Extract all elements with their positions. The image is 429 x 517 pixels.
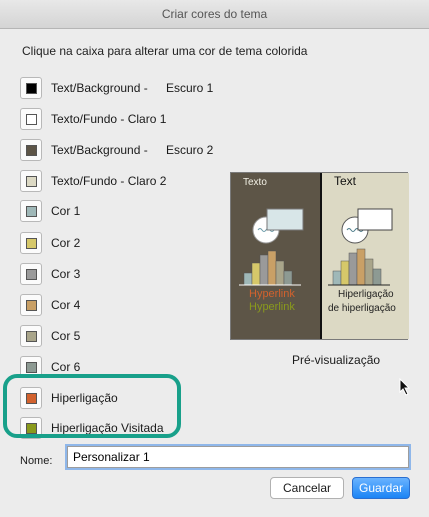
theme-color-label: Text/Background -: [51, 81, 148, 95]
color-picker-button[interactable]: [20, 294, 42, 316]
theme-color-label: Cor 4: [51, 298, 81, 312]
preview-caption: Pré-visualização: [292, 353, 381, 367]
color-picker-button[interactable]: [20, 170, 42, 192]
color-swatch: [26, 83, 37, 94]
color-swatch: [26, 145, 37, 156]
color-swatch: [26, 331, 37, 342]
theme-color-row-light1[interactable]: Texto/Fundo - Claro 1: [20, 108, 220, 132]
cancel-button[interactable]: Cancelar: [270, 477, 344, 499]
theme-color-row-dark2[interactable]: Text/Background - Escuro 2: [20, 139, 220, 163]
color-picker-button[interactable]: [20, 108, 42, 130]
color-picker-button[interactable]: [20, 200, 42, 222]
color-picker-button[interactable]: [20, 232, 42, 254]
hyperlink-highlight-outline: [3, 374, 181, 438]
color-swatch: [26, 269, 37, 280]
preview-visited-hyperlink-dark: Hyperlink: [249, 301, 295, 313]
theme-color-label: Text/Background -: [51, 143, 148, 157]
save-button[interactable]: Guardar: [352, 477, 410, 499]
color-swatch: [26, 362, 37, 373]
color-swatch: [26, 300, 37, 311]
color-picker-button[interactable]: [20, 77, 42, 99]
mouse-pointer-icon: [399, 378, 411, 396]
theme-color-extra: Escuro 2: [166, 143, 214, 157]
title-bar: Criar cores do tema: [0, 0, 429, 29]
theme-color-label: Cor 3: [51, 267, 81, 281]
window-title: Criar cores do tema: [161, 7, 268, 21]
theme-color-row-accent4[interactable]: Cor 4: [20, 294, 220, 318]
theme-color-row-light2[interactable]: Texto/Fundo - Claro 2: [20, 170, 220, 194]
color-picker-button[interactable]: [20, 263, 42, 285]
preview-hyperlink-dark: Hyperlink: [249, 288, 295, 300]
theme-color-row-accent1[interactable]: Cor 1: [20, 200, 220, 224]
theme-color-row-accent2[interactable]: Cor 2: [20, 232, 220, 256]
name-label: Nome:: [20, 455, 53, 467]
color-swatch: [26, 176, 37, 187]
color-picker-button[interactable]: [20, 139, 42, 161]
theme-color-label: Cor 6: [51, 360, 81, 374]
theme-name-input[interactable]: [67, 446, 409, 468]
preview-graphic-light: [328, 208, 393, 286]
theme-color-label: Cor 2: [51, 236, 81, 250]
color-swatch: [26, 206, 37, 217]
preview-visited-hyperlink-light: de hiperligação: [328, 303, 396, 314]
theme-color-label: Cor 1: [51, 204, 81, 218]
preview-light-panel: Text Hiperligação de hiperligação: [320, 173, 409, 339]
theme-color-row-accent3[interactable]: Cor 3: [20, 263, 220, 287]
theme-color-row-accent5[interactable]: Cor 5: [20, 325, 220, 349]
color-swatch: [26, 238, 37, 249]
color-swatch: [26, 114, 37, 125]
preview-hyperlink-light: Hiperligação: [338, 289, 394, 300]
theme-color-label: Texto/Fundo - Claro 2: [51, 174, 167, 188]
theme-color-label: Cor 5: [51, 329, 81, 343]
theme-color-label: Texto/Fundo - Claro 1: [51, 112, 167, 126]
instruction-text: Clique na caixa para alterar uma cor de …: [22, 44, 308, 58]
theme-color-extra: Escuro 1: [166, 81, 214, 95]
preview-dark-panel: Texto Hyperlink Hyperlink: [231, 173, 320, 339]
theme-preview: Texto Hyperlink Hyperlink Text Hiperliga…: [230, 172, 409, 340]
color-picker-button[interactable]: [20, 325, 42, 347]
preview-graphic-dark: [239, 208, 304, 286]
theme-color-row-dark1[interactable]: Text/Background - Escuro 1: [20, 77, 220, 101]
